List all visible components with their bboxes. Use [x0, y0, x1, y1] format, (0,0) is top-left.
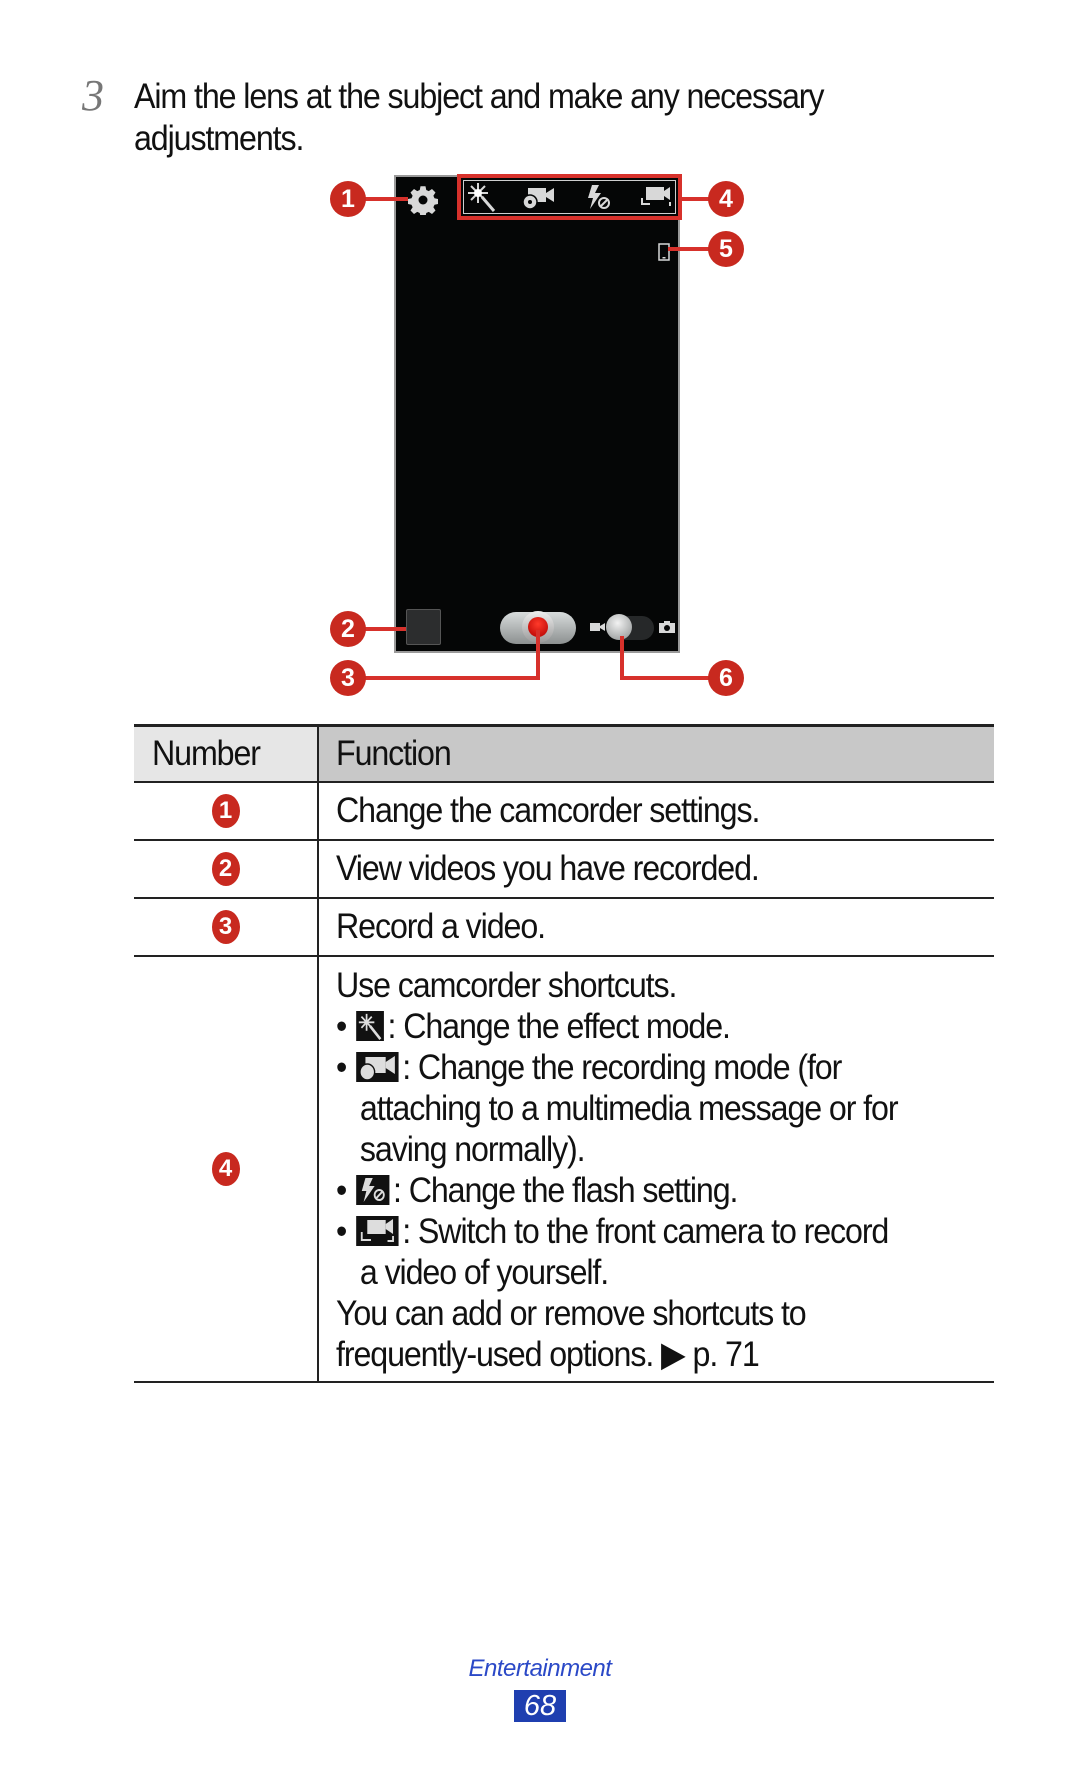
- callout-3-line-v: [536, 630, 540, 680]
- row-number-badge: 4: [211, 1152, 240, 1186]
- video-camera-icon: [590, 623, 605, 631]
- callout-3: 3: [330, 660, 366, 696]
- row-number-badge: 3: [211, 910, 240, 944]
- callout-5: 5: [708, 231, 744, 267]
- row-function: Use camcorder shortcuts. •: Change the e…: [319, 957, 994, 1381]
- callout-6-line-v: [620, 636, 624, 680]
- header-function: Function: [319, 727, 994, 781]
- phone-storage-icon[interactable]: [658, 243, 670, 261]
- table-row: 3 Record a video.: [134, 899, 994, 957]
- callout-2: 2: [330, 611, 366, 647]
- switch-camera-icon[interactable]: [638, 184, 674, 212]
- switch-camera-icon: [356, 1215, 399, 1246]
- header-number: Number: [134, 727, 319, 781]
- row-function: Change the camcorder settings.: [336, 791, 760, 830]
- section-label: Entertainment: [468, 1655, 612, 1682]
- page-reference-link[interactable]: frequently-used options. ▶ p. 71: [336, 1334, 941, 1375]
- row-number-badge: 1: [211, 794, 240, 828]
- table-header: Number Function: [134, 724, 994, 783]
- callout-3-line-h: [354, 676, 540, 680]
- mode-switch[interactable]: [606, 614, 654, 640]
- page-number: 68: [514, 1690, 566, 1722]
- flash-off-icon: [356, 1174, 390, 1205]
- row-function: Record a video.: [336, 907, 546, 946]
- table-row: 4 Use camcorder shortcuts. •: Change the…: [134, 957, 994, 1383]
- step-number: 3: [82, 71, 104, 120]
- table-row: 1 Change the camcorder settings.: [134, 783, 994, 841]
- function-table: Number Function 1 Change the camcorder s…: [134, 724, 994, 1383]
- flash-off-icon[interactable]: [582, 183, 612, 213]
- camera-icon: [659, 621, 675, 633]
- table-row: 2 View videos you have recorded.: [134, 841, 994, 899]
- camcorder-screen: [394, 175, 680, 653]
- gear-icon[interactable]: [408, 185, 438, 215]
- magic-wand-icon[interactable]: [466, 181, 498, 213]
- callout-6-line-h: [620, 676, 714, 680]
- video-camera-reel-icon[interactable]: [522, 186, 556, 210]
- callout-6: 6: [708, 660, 744, 696]
- video-camera-reel-icon: [356, 1051, 399, 1082]
- callout-4: 4: [708, 181, 744, 217]
- row-number-badge: 2: [211, 852, 240, 886]
- step-instruction: Aim the lens at the subject and make any…: [134, 77, 824, 158]
- magic-wand-icon: [356, 1010, 384, 1041]
- row-function: View videos you have recorded.: [336, 849, 760, 888]
- callout-1: 1: [330, 181, 366, 217]
- gallery-thumbnail[interactable]: [406, 609, 441, 645]
